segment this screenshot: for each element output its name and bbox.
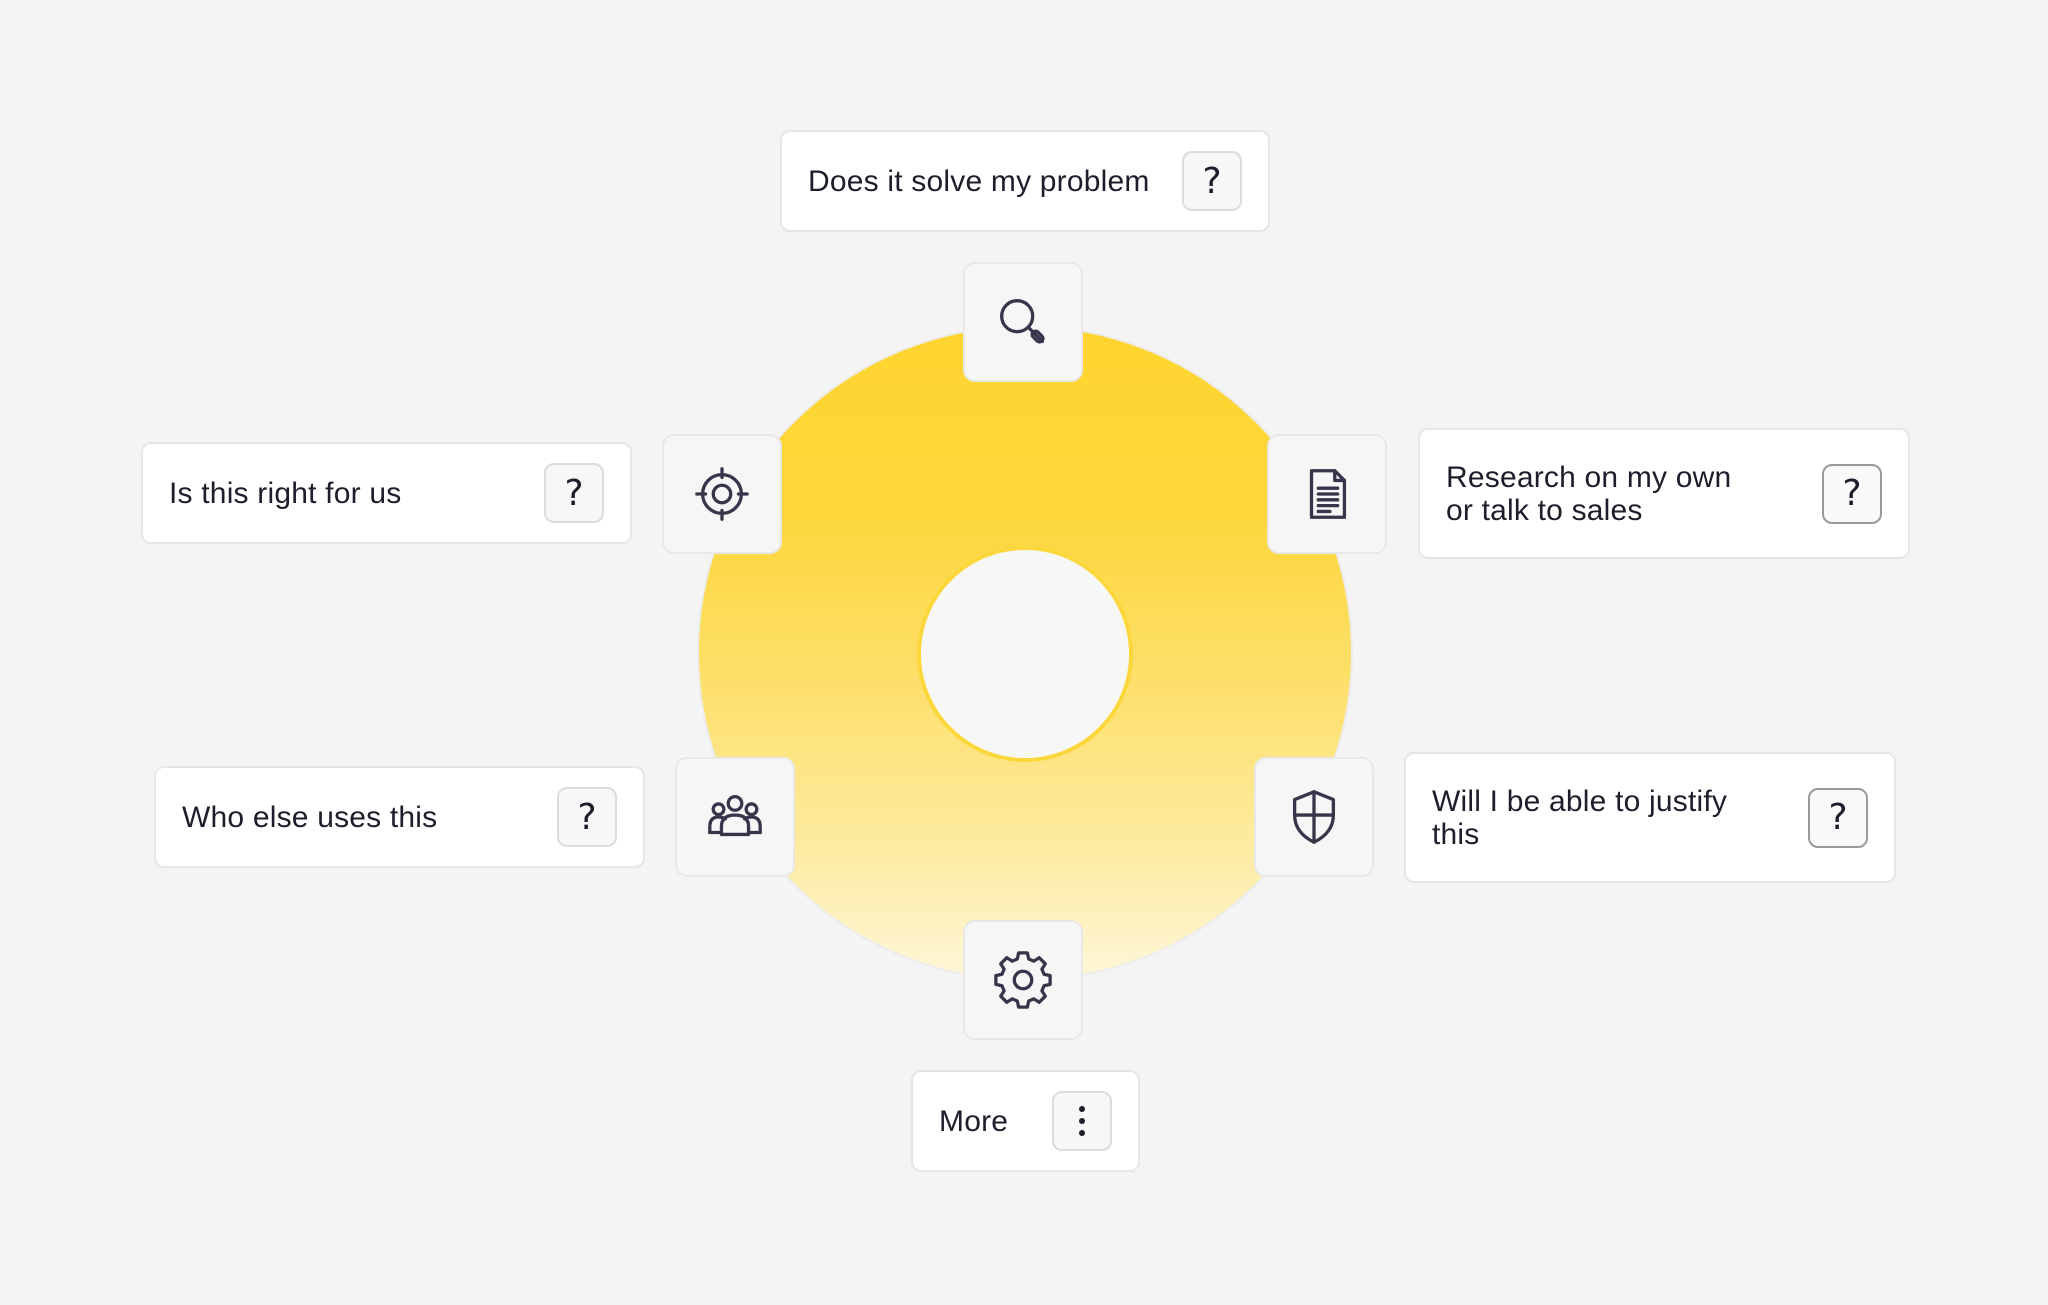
card-solve-problem-label: Does it solve my problem xyxy=(808,164,1150,198)
search-tile[interactable] xyxy=(963,262,1083,382)
gear-tile[interactable] xyxy=(963,920,1083,1040)
target-icon xyxy=(695,467,749,521)
card-more-label: More xyxy=(939,1104,1009,1138)
people-tile[interactable] xyxy=(675,757,795,877)
more-options-button[interactable] xyxy=(1052,1091,1112,1151)
card-justify-line2: this xyxy=(1432,817,1480,851)
center-hub xyxy=(917,546,1133,762)
shield-tile[interactable] xyxy=(1254,757,1374,877)
card-who-else-uses[interactable]: Who else uses this ? xyxy=(154,766,645,868)
card-right-for-us-label: Is this right for us xyxy=(169,476,402,510)
shield-icon xyxy=(1292,790,1336,844)
card-justify[interactable]: Will I be able to justify this ? xyxy=(1404,752,1896,883)
card-research-or-sales-line2: or talk to sales xyxy=(1446,493,1643,527)
help-button[interactable]: ? xyxy=(1808,787,1868,848)
card-who-else-uses-label: Who else uses this xyxy=(182,800,438,834)
help-button[interactable]: ? xyxy=(544,463,604,523)
card-solve-problem[interactable]: Does it solve my problem ? xyxy=(780,130,1270,232)
help-button[interactable]: ? xyxy=(1182,151,1242,211)
target-tile[interactable] xyxy=(662,434,782,554)
document-tile[interactable] xyxy=(1267,434,1387,554)
card-justify-line1: Will I be able to justify xyxy=(1432,784,1728,818)
card-research-or-sales-label: Research on my own or talk to sales xyxy=(1446,461,1731,527)
people-icon xyxy=(708,795,762,837)
search-icon xyxy=(1000,299,1045,344)
card-research-or-sales[interactable]: Research on my own or talk to sales ? xyxy=(1418,428,1910,559)
card-justify-label: Will I be able to justify this xyxy=(1432,785,1727,851)
gear-icon xyxy=(994,951,1052,1009)
help-button[interactable]: ? xyxy=(557,787,617,847)
document-icon xyxy=(1309,469,1347,519)
card-right-for-us[interactable]: Is this right for us ? xyxy=(141,442,632,544)
more-vertical-icon xyxy=(1079,1106,1085,1136)
card-more[interactable]: More xyxy=(911,1070,1140,1172)
help-button[interactable]: ? xyxy=(1822,463,1882,524)
card-research-or-sales-line1: Research on my own xyxy=(1446,460,1732,494)
